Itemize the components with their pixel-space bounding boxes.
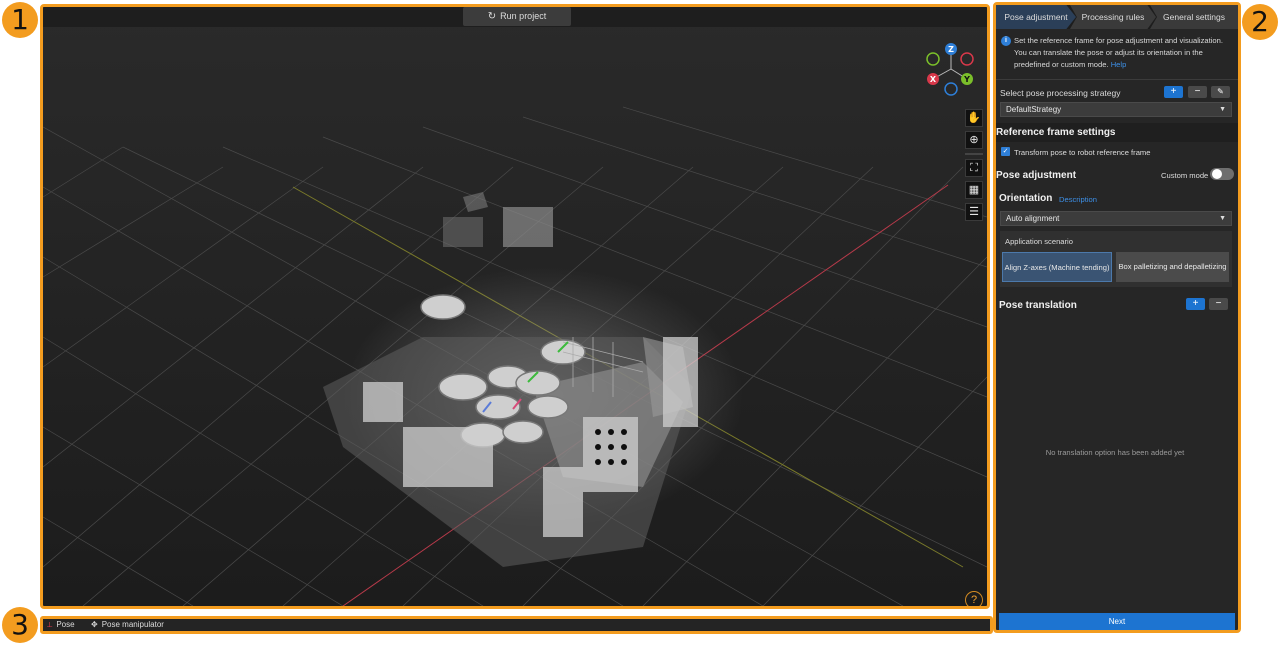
edit-strategy-button[interactable]: ✎ [1211, 86, 1230, 98]
point-cloud [323, 192, 743, 567]
grid-view-icon[interactable]: ▦ [965, 181, 983, 199]
app-root: 1 2 3 Z X Y ↻ Run project ✋ ⊕ ⛶ ▦ ☰ ? Po… [0, 0, 1280, 645]
3d-viewport[interactable]: Z X Y ↻ Run project ✋ ⊕ ⛶ ▦ ☰ ? [40, 4, 990, 609]
scenario-align-z-button[interactable]: Align Z-axes (Machine tending) [1002, 252, 1112, 282]
bottom-pose-label: Pose [56, 620, 75, 629]
remove-strategy-button[interactable]: − [1188, 86, 1207, 98]
transform-checkbox[interactable]: ✓ [1001, 147, 1010, 156]
run-project-label: Run project [500, 11, 547, 21]
callout-3: 3 [2, 607, 38, 643]
pose-adjustment-title: Pose adjustment [996, 170, 1077, 181]
tab-general-settings[interactable]: General settings [1150, 5, 1238, 29]
axis-z-label: Z [948, 45, 954, 54]
pan-hand-icon[interactable]: ✋ [965, 109, 983, 127]
bottom-pose-item[interactable]: ⟂ Pose [47, 619, 75, 631]
point-cloud-scene[interactable]: Z X Y [43, 7, 987, 606]
custom-mode-label: Custom mode [1161, 171, 1209, 180]
manipulator-icon: ✥ [91, 620, 98, 629]
tool-separator [965, 153, 983, 155]
orientation-select[interactable]: Auto alignment ▼ [1000, 211, 1232, 226]
transform-checkbox-label: Transform pose to robot reference frame [1014, 148, 1151, 157]
refresh-icon: ↻ [487, 11, 497, 22]
info-text: Set the reference frame for pose adjustm… [1001, 35, 1235, 71]
info-message: i Set the reference frame for pose adjus… [1001, 35, 1235, 71]
strategy-label: Select pose processing strategy [1000, 88, 1121, 98]
pose-icon: ⟂ [47, 620, 53, 629]
axis-y-label: Y [963, 75, 970, 84]
callout-1: 1 [2, 2, 38, 38]
help-link[interactable]: Help [1111, 60, 1127, 69]
run-project-button[interactable]: ↻ Run project [463, 7, 571, 26]
strategy-value: DefaultStrategy [1006, 105, 1062, 114]
info-icon: i [1001, 36, 1011, 46]
ref-frame-title: Reference frame settings [996, 127, 1116, 138]
strategy-select[interactable]: DefaultStrategy ▼ [1000, 102, 1232, 117]
viewport-toolbar: ↻ Run project [43, 7, 987, 27]
step-tabs: Pose adjustment Processing rules General… [996, 5, 1238, 29]
pose-translation-title: Pose translation [999, 300, 1077, 311]
tab-processing-rules[interactable]: Processing rules [1070, 5, 1156, 29]
bottom-pose-manipulator-label: Pose manipulator [101, 620, 164, 629]
remove-translation-button[interactable]: − [1209, 298, 1228, 310]
divider [996, 79, 1238, 80]
custom-mode-toggle[interactable] [1210, 168, 1234, 180]
chevron-down-icon: ▼ [1219, 215, 1226, 222]
callout-2: 2 [1242, 4, 1278, 40]
scenario-label: Application scenario [1005, 237, 1073, 246]
application-scenario-box: Application scenario Align Z-axes (Machi… [1000, 231, 1232, 287]
list-view-icon[interactable]: ☰ [965, 203, 983, 221]
chevron-down-icon: ▼ [1219, 106, 1226, 113]
viewport-side-tools: ✋ ⊕ ⛶ ▦ ☰ [965, 109, 983, 225]
bottom-bar: ⟂ Pose ✥ Pose manipulator [40, 616, 993, 634]
next-button[interactable]: Next [999, 613, 1235, 630]
config-panel: Pose adjustment Processing rules General… [993, 2, 1241, 633]
axis-x-label: X [930, 75, 937, 84]
tab-pose-adjustment[interactable]: Pose adjustment [996, 5, 1076, 29]
add-translation-button[interactable]: + [1186, 298, 1205, 310]
empty-translation-message: No translation option has been added yet [1045, 448, 1185, 457]
description-link[interactable]: Description [1059, 195, 1097, 204]
scenario-box-palletizing-button[interactable]: Box palletizing and depalletizing [1116, 252, 1229, 282]
fit-view-icon[interactable]: ⛶ [965, 159, 983, 177]
toggle-knob [1212, 169, 1222, 179]
help-button[interactable]: ? [965, 591, 983, 606]
add-strategy-button[interactable]: + [1164, 86, 1183, 98]
bottom-pose-manipulator-item[interactable]: ✥ Pose manipulator [91, 619, 164, 631]
zoom-icon[interactable]: ⊕ [965, 131, 983, 149]
axis-gizmo: Z X Y [926, 43, 974, 96]
orientation-title: Orientation [999, 193, 1053, 204]
orientation-value: Auto alignment [1006, 214, 1060, 223]
